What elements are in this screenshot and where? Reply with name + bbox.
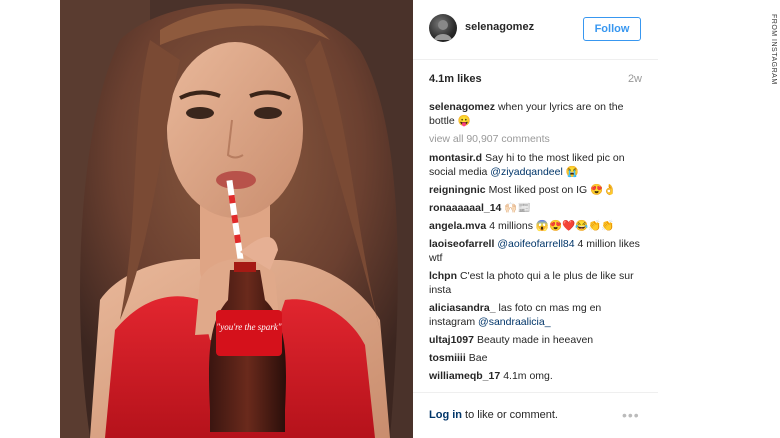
comment-username[interactable]: tosmiiii [429, 352, 466, 364]
comment-text: 🙌🏻📰 [504, 202, 531, 214]
comment-username[interactable]: reigningnic [429, 184, 486, 196]
login-prompt: Log in to like or comment. [429, 409, 558, 421]
comment-username[interactable]: lchpn [429, 270, 457, 282]
comment-item: lchpn C'est la photo qui a le plus de lik… [429, 269, 642, 297]
comment-item: tosmiiii Bae [429, 351, 642, 365]
comment-text: 4.1m omg. [503, 370, 553, 382]
likes-row: 4.1m likes 2w [429, 73, 642, 87]
login-link[interactable]: Log in [429, 409, 462, 421]
comment-item: reigningnic Most liked post on IG 😍👌 [429, 183, 642, 197]
comment-item: laoiseofarrell @aoifeofarrell84 4 million… [429, 237, 642, 265]
comment-text: Beauty made in heeaven [476, 334, 594, 346]
comment-item: aliciasandra_ las foto cn mas mg en insta… [429, 301, 642, 329]
comment-username[interactable]: ultaj1097 [429, 334, 474, 346]
comment-text: Most liked post on IG 😍👌 [488, 184, 617, 196]
caption: selenagomez when your lyrics are on the b… [429, 100, 642, 128]
post-photo[interactable]: "you're the spark" [60, 0, 413, 438]
header-username[interactable]: selenagomez [465, 21, 534, 33]
comment-mention[interactable]: @ziyadqandeel [490, 166, 563, 178]
image-credit: FROM INSTAGRAM [770, 14, 777, 85]
comment-item: ronaaaaaal_14 🙌🏻📰 [429, 201, 642, 215]
follow-button[interactable]: Follow [583, 17, 641, 41]
comment-mention[interactable]: @aoifeofarrell84 [497, 238, 574, 250]
login-prompt-text: to like or comment. [462, 409, 558, 421]
comment-text: C'est la photo qui a le plus de like sur… [429, 270, 634, 296]
post-footer: Log in to like or comment. ••• [413, 392, 658, 438]
likes-count[interactable]: 4.1m likes [429, 73, 482, 85]
comment-text-after: 😭 [562, 166, 579, 178]
comment-mention[interactable]: @sandraalicia_ [478, 316, 551, 328]
comment-item: montasir.d Say hi to the most liked pic o… [429, 151, 642, 179]
post-side-panel: selenagomez Follow 4.1m likes 2w selenag… [413, 0, 658, 438]
comment-item: williameqb_17 4.1m omg. [429, 369, 642, 383]
comment-username[interactable]: angela.mva [429, 220, 486, 232]
comment-username[interactable]: montasir.d [429, 152, 482, 164]
comment-username[interactable]: laoiseofarrell [429, 238, 494, 250]
comments-list[interactable]: selenagomez when your lyrics are on the b… [429, 100, 642, 388]
comment-username[interactable]: williameqb_17 [429, 370, 500, 382]
post-time[interactable]: 2w [628, 73, 642, 85]
comment-text: Bae [468, 352, 488, 364]
comment-item: ultaj1097 Beauty made in heeaven [429, 333, 642, 347]
comment-item: angela.mva 4 millions 😱😍❤️😂👏👏 [429, 219, 642, 233]
avatar[interactable] [429, 14, 457, 42]
comment-username[interactable]: aliciasandra_ [429, 302, 496, 314]
comment-text: 4 millions 😱😍❤️😂👏👏 [489, 220, 615, 232]
more-options-icon[interactable]: ••• [622, 407, 640, 423]
caption-username[interactable]: selenagomez [429, 101, 495, 113]
profile-photo-icon [434, 20, 452, 40]
photo-illustration: "you're the spark" [60, 0, 413, 438]
comment-username[interactable]: ronaaaaaal_14 [429, 202, 501, 214]
bottle-label: "you're the spark" [216, 322, 281, 332]
post-header: selenagomez Follow [413, 0, 658, 60]
view-all-comments-link[interactable]: view all 90,907 comments [429, 132, 642, 146]
